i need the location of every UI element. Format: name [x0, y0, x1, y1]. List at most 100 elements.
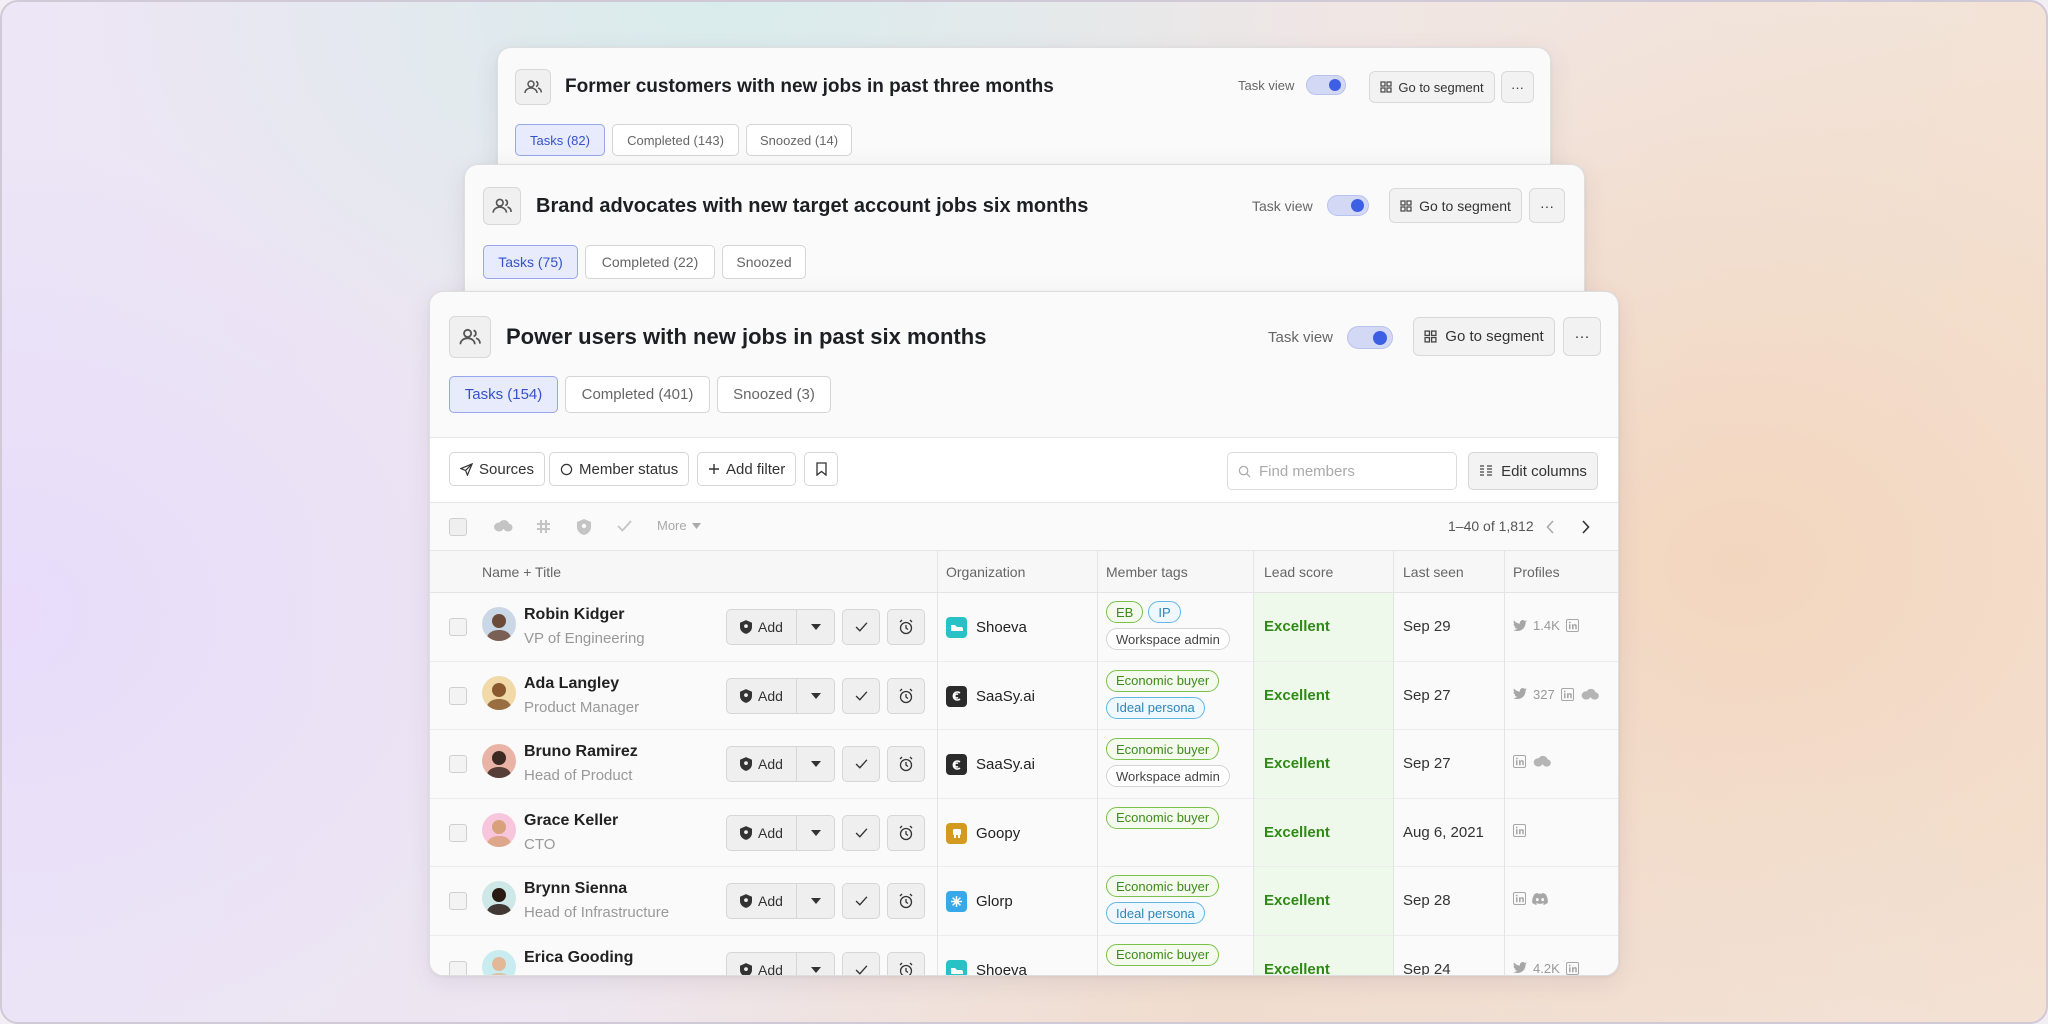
table-row[interactable]: Bruno Ramirez Head of Product Add SaaSy.… [430, 730, 1618, 799]
add-button[interactable]: Add [726, 746, 797, 782]
complete-button[interactable] [842, 677, 880, 714]
linkedin-icon[interactable] [1513, 892, 1526, 905]
organization[interactable]: Shoeva [946, 959, 1027, 975]
column-name-title[interactable]: Name + Title [482, 564, 561, 580]
member-tag[interactable]: Economic buyer [1106, 669, 1220, 692]
row-checkbox[interactable] [449, 960, 467, 975]
member-tag[interactable]: Ideal persona [1106, 902, 1205, 924]
sources-button[interactable]: Sources [449, 452, 546, 486]
complete-button[interactable] [842, 814, 880, 851]
table-row[interactable]: Robin Kidger VP of Engineering Add Shoev… [430, 593, 1618, 662]
member-tag[interactable]: Workspace admin [1106, 765, 1230, 787]
snooze-button[interactable] [887, 609, 925, 645]
column-lead-score[interactable]: Lead score [1264, 564, 1333, 580]
snooze-button[interactable] [887, 677, 925, 714]
go-to-segment-button[interactable]: Go to segment [1369, 71, 1495, 103]
tab-completed[interactable]: Completed (143) [612, 124, 739, 156]
snooze-button[interactable] [887, 746, 925, 782]
complete-button[interactable] [842, 746, 880, 782]
tab-tasks[interactable]: Tasks (154) [449, 376, 558, 413]
add-dropdown-button[interactable] [797, 951, 835, 975]
organization[interactable]: SaaSy.ai [946, 685, 1035, 707]
snooze-button[interactable] [887, 951, 925, 975]
more-options-button[interactable]: ··· [1501, 71, 1534, 103]
add-dropdown-button[interactable] [797, 814, 835, 851]
organization[interactable]: Goopy [946, 822, 1020, 844]
add-dropdown-button[interactable] [797, 609, 835, 645]
row-checkbox[interactable] [449, 892, 467, 910]
task-view-toggle[interactable] [1306, 75, 1347, 95]
add-button[interactable]: Add [726, 609, 797, 645]
member-name[interactable]: Brynn Sienna [524, 880, 627, 898]
add-button[interactable]: Add [726, 883, 797, 919]
organization[interactable]: Glorp [946, 891, 1013, 912]
add-dropdown-button[interactable] [797, 677, 835, 714]
select-all-checkbox[interactable] [449, 518, 467, 536]
more-options-button[interactable]: ··· [1529, 188, 1565, 223]
linkedin-icon[interactable] [1565, 619, 1579, 632]
member-tag[interactable]: Economic buyer [1106, 806, 1220, 829]
slack-icon[interactable] [536, 519, 551, 534]
bookmark-button[interactable] [804, 452, 838, 486]
tab-snoozed[interactable]: Snoozed [722, 245, 806, 279]
organization[interactable]: Shoeva [946, 617, 1027, 638]
search-input[interactable]: Find members [1227, 452, 1457, 490]
member-tag[interactable]: Workspace admin [1106, 628, 1230, 650]
linkedin-icon[interactable] [1513, 823, 1526, 837]
row-checkbox[interactable] [449, 618, 467, 636]
tab-snoozed[interactable]: Snoozed (3) [717, 376, 831, 413]
organization[interactable]: SaaSy.ai [946, 754, 1035, 775]
more-actions-dropdown[interactable]: More [657, 518, 701, 533]
add-button[interactable]: Add [726, 677, 797, 714]
row-checkbox[interactable] [449, 823, 467, 842]
chevron-right-icon[interactable] [1581, 520, 1590, 534]
column-organization[interactable]: Organization [946, 564, 1025, 580]
complete-button[interactable] [842, 609, 880, 645]
member-name[interactable]: Bruno Ramirez [524, 743, 638, 761]
member-tag[interactable]: IP [1148, 601, 1181, 623]
member-status-button[interactable]: Member status [549, 452, 690, 486]
member-tag[interactable]: Ideal persona [1106, 696, 1205, 719]
go-to-segment-button[interactable]: Go to segment [1413, 317, 1555, 356]
check-icon[interactable] [617, 520, 632, 532]
row-checkbox[interactable] [449, 686, 467, 705]
snooze-button[interactable] [887, 883, 925, 919]
tab-completed[interactable]: Completed (22) [585, 245, 715, 279]
tab-tasks[interactable]: Tasks (75) [483, 245, 578, 279]
discord-icon[interactable] [1532, 892, 1548, 905]
salesforce-icon[interactable] [1580, 688, 1600, 701]
add-button[interactable]: Add [726, 814, 797, 851]
add-filter-button[interactable]: Add filter [697, 452, 797, 486]
table-row[interactable]: Erica Gooding Add Shoeva Economic buyer … [430, 936, 1618, 975]
member-tag[interactable]: Economic buyer [1106, 738, 1220, 760]
linkedin-icon[interactable] [1513, 755, 1526, 768]
column-member-tags[interactable]: Member tags [1106, 564, 1188, 580]
complete-button[interactable] [842, 951, 880, 975]
member-name[interactable]: Robin Kidger [524, 606, 624, 624]
task-view-toggle[interactable] [1326, 195, 1369, 216]
table-row[interactable]: Grace Keller CTO Add Goopy Economic buye… [430, 799, 1618, 867]
member-name[interactable]: Erica Gooding [524, 949, 633, 967]
twitter-icon[interactable] [1513, 962, 1527, 974]
add-dropdown-button[interactable] [797, 746, 835, 782]
go-to-segment-button[interactable]: Go to segment [1389, 188, 1522, 223]
snooze-button[interactable] [887, 814, 925, 851]
tab-completed[interactable]: Completed (401) [565, 376, 710, 413]
salesforce-icon[interactable] [493, 519, 513, 533]
task-view-toggle[interactable] [1347, 326, 1394, 349]
member-tag[interactable]: Economic buyer [1106, 943, 1220, 966]
table-row[interactable]: Brynn Sienna Head of Infrastructure Add … [430, 867, 1618, 936]
twitter-icon[interactable] [1513, 619, 1527, 632]
linkedin-icon[interactable] [1560, 687, 1574, 701]
row-checkbox[interactable] [449, 755, 467, 773]
member-tag[interactable]: Economic buyer [1106, 875, 1220, 897]
column-last-seen[interactable]: Last seen [1403, 564, 1464, 580]
linkedin-icon[interactable] [1565, 961, 1579, 975]
more-options-button[interactable]: ··· [1563, 317, 1601, 356]
salesforce-icon[interactable] [1532, 755, 1552, 768]
member-tag[interactable]: EB [1106, 601, 1144, 623]
tab-snoozed[interactable]: Snoozed (14) [746, 124, 852, 156]
twitter-icon[interactable] [1513, 688, 1527, 700]
chevron-left-icon[interactable] [1546, 520, 1555, 534]
shield-icon[interactable] [577, 519, 591, 535]
